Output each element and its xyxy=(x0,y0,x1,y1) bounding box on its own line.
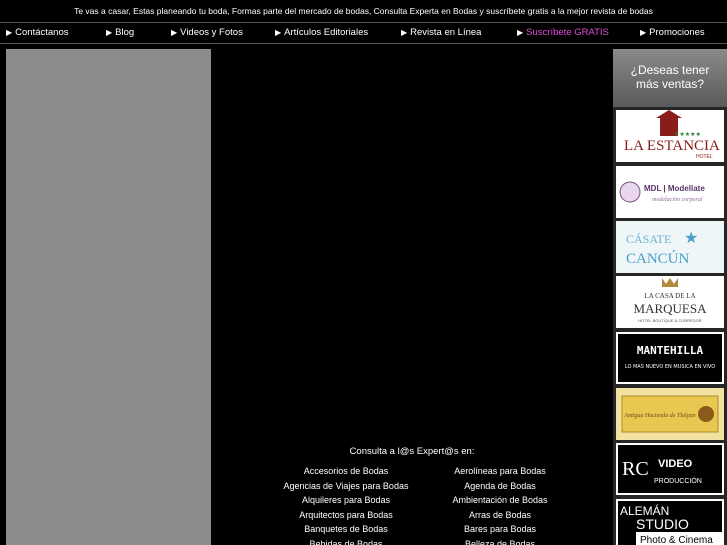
expert-link[interactable]: Arras de Bodas xyxy=(410,508,590,523)
nav-blog[interactable]: ▶ Blog xyxy=(106,23,134,43)
expert-link[interactable]: Arquitectos para Bodas xyxy=(256,508,436,523)
play-arrow-icon: ▶ xyxy=(275,28,282,37)
expert-link[interactable]: Aerolíneas para Bodas xyxy=(410,464,590,479)
ad-casa-marquesa[interactable]: LA CASA DE LA MARQUESA HOTEL BOUTIQUE & … xyxy=(616,276,724,328)
svg-text:MARQUESA: MARQUESA xyxy=(634,301,708,316)
cancun-logo: CÁSATE CANCÚN ★ xyxy=(616,221,724,273)
ads-header: ¿Deseas tener más ventas? xyxy=(613,49,727,107)
expert-link[interactable]: Ambientación de Bodas xyxy=(410,493,590,508)
ad-la-estancia[interactable]: ★★★★★ LA ESTANCIA HOTEL xyxy=(616,110,724,162)
svg-text:MANTEHILLA: MANTEHILLA xyxy=(637,344,704,357)
svg-text:VIDEO: VIDEO xyxy=(658,458,693,470)
play-arrow-icon: ▶ xyxy=(517,28,524,37)
svg-text:LA ESTANCIA: LA ESTANCIA xyxy=(624,138,720,154)
play-arrow-icon: ▶ xyxy=(6,28,13,37)
expert-link[interactable]: Bebidas de Bodas xyxy=(256,537,436,545)
svg-text:Antigua Hacienda de Tlalpan: Antigua Hacienda de Tlalpan xyxy=(623,413,695,419)
mdl-logo: MDL | Modellate modelación corporal xyxy=(619,181,705,203)
nav-suscribete[interactable]: ▶ Suscríbete GRATIS xyxy=(517,23,609,43)
hacienda-logo: Antigua Hacienda de Tlalpan xyxy=(621,395,719,433)
ad-rc-video[interactable]: RC VIDEO PRODUCCIÓN xyxy=(616,443,724,495)
nav-contactanos[interactable]: ▶ Contáctanos xyxy=(6,23,69,43)
left-panel xyxy=(6,49,211,545)
ad-mantehilla[interactable]: MANTEHILLA LO MAS NUEVO EN MUSICA EN VIV… xyxy=(616,332,724,384)
svg-text:LA CASA DE LA: LA CASA DE LA xyxy=(644,292,695,300)
starfish-icon: ★ xyxy=(684,228,698,247)
expert-link[interactable]: Belleza de Bodas xyxy=(410,537,590,545)
play-arrow-icon: ▶ xyxy=(171,28,178,37)
nav-revista[interactable]: ▶ Revista en Línea xyxy=(401,23,481,43)
svg-text:CÁSATE: CÁSATE xyxy=(626,232,671,246)
expert-link[interactable]: Accesorios de Bodas xyxy=(256,464,436,479)
consulta-title: Consulta a l@s Expert@s en: xyxy=(349,446,475,457)
expert-links-col2: Aerolíneas para Bodas Agenda de Bodas Am… xyxy=(410,464,590,545)
svg-text:CANCÚN: CANCÚN xyxy=(626,250,690,267)
rc-video-logo: RC VIDEO PRODUCCIÓN xyxy=(622,458,702,485)
nav-articulos[interactable]: ▶ Artículos Editoriales xyxy=(275,23,368,43)
expert-links-col1: Accesorios de Bodas Agencias de Viajes p… xyxy=(256,464,436,545)
aleman-studio-logo: ALEMÁN STUDIO Photo & Cinema xyxy=(620,503,722,545)
top-tagline: Te vas a casar, Estas planeando tu boda,… xyxy=(74,6,653,16)
svg-text:MDL | Modellate: MDL | Modellate xyxy=(644,184,705,193)
expert-link[interactable]: Alquileres para Bodas xyxy=(256,493,436,508)
svg-text:★★★★★: ★★★★★ xyxy=(674,131,701,138)
play-arrow-icon: ▶ xyxy=(640,28,647,37)
play-arrow-icon: ▶ xyxy=(106,28,113,37)
expert-link[interactable]: Banquetes de Bodas xyxy=(256,522,436,537)
estancia-logo: ★★★★★ LA ESTANCIA HOTEL xyxy=(624,110,720,160)
ad-aleman-studio[interactable]: ALEMÁN STUDIO Photo & Cinema xyxy=(616,499,724,545)
expert-link[interactable]: Bares para Bodas xyxy=(410,522,590,537)
expert-link[interactable]: Agencias de Viajes para Bodas xyxy=(256,479,436,494)
svg-text:RC: RC xyxy=(622,458,649,480)
nav-promociones[interactable]: ▶ Promociones xyxy=(640,23,705,43)
svg-text:LO MAS NUEVO EN MUSICA EN VIVO: LO MAS NUEVO EN MUSICA EN VIVO xyxy=(625,364,715,370)
play-arrow-icon: ▶ xyxy=(401,28,408,37)
nav-videos-fotos[interactable]: ▶ Videos y Fotos xyxy=(171,23,243,43)
svg-text:HOTEL BOUTIQUE & CORREDOR: HOTEL BOUTIQUE & CORREDOR xyxy=(638,318,702,323)
svg-text:modelación corporal: modelación corporal xyxy=(652,197,703,203)
main-nav: ▶ Contáctanos ▶ Blog ▶ Videos y Fotos ▶ Artí… xyxy=(0,22,727,44)
marquesa-logo: LA CASA DE LA MARQUESA HOTEL BOUTIQUE & … xyxy=(634,278,708,323)
ad-hacienda-tlalpan[interactable]: Antigua Hacienda de Tlalpan xyxy=(616,388,724,440)
svg-text:STUDIO: STUDIO xyxy=(636,516,689,532)
expert-link[interactable]: Agenda de Bodas xyxy=(410,479,590,494)
svg-text:PRODUCCIÓN: PRODUCCIÓN xyxy=(654,476,702,485)
ad-casate-cancun[interactable]: CÁSATE CANCÚN ★ xyxy=(616,221,724,273)
svg-text:Photo & Cinema: Photo & Cinema xyxy=(640,535,713,545)
ad-mdl-modellate[interactable]: MDL | Modellate modelación corporal xyxy=(616,166,724,218)
mantehilla-logo: MANTEHILLA LO MAS NUEVO EN MUSICA EN VIV… xyxy=(625,344,715,370)
svg-text:HOTEL: HOTEL xyxy=(696,154,713,160)
